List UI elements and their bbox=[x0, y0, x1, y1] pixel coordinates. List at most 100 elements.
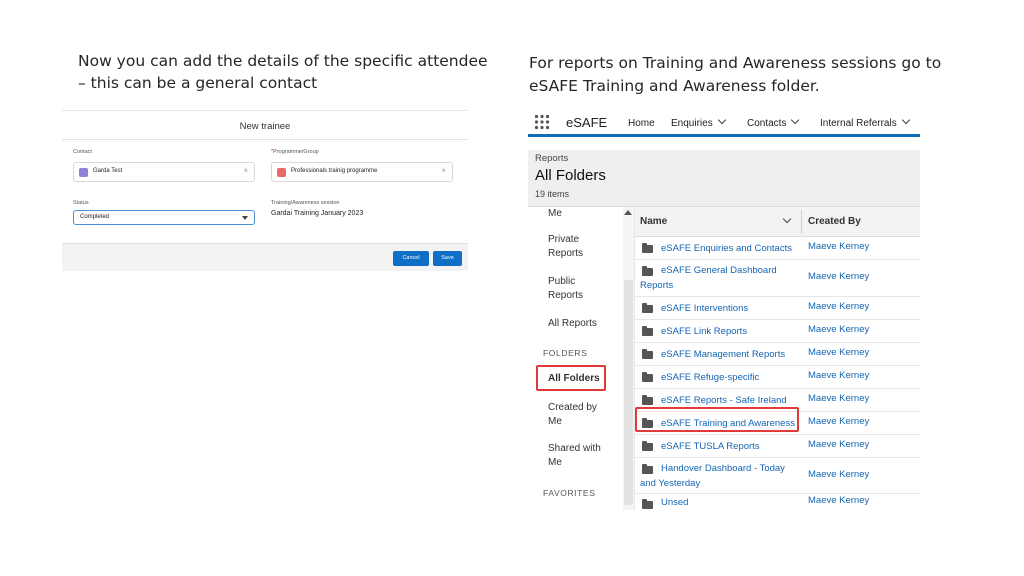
created-by[interactable]: Maeve Kerney bbox=[808, 416, 869, 427]
folder-icon bbox=[642, 464, 653, 474]
left-caption-line1: Now you can add the details of the speci… bbox=[78, 52, 488, 70]
programme-icon bbox=[277, 168, 286, 177]
right-caption-line1: For reports on Training and Awareness se… bbox=[529, 54, 942, 72]
training-folder-highlight bbox=[635, 407, 799, 432]
folder-name[interactable]: eSAFE Enquiries and Contacts bbox=[661, 241, 792, 256]
created-by[interactable]: Maeve Kerney bbox=[808, 301, 869, 312]
column-divider bbox=[801, 210, 802, 234]
sidebar-item-label: Me bbox=[548, 457, 562, 468]
sidebar-item-label: Created by bbox=[548, 402, 597, 413]
folder-icon bbox=[642, 372, 653, 382]
sidebar-item-public-reports[interactable]: Public Reports bbox=[548, 275, 583, 303]
status-value: Completed bbox=[80, 214, 110, 220]
table-row[interactable]: eSAFE Enquiries and Contacts Maeve Kerne… bbox=[635, 237, 920, 260]
item-count: 19 items bbox=[535, 189, 570, 199]
sidebar-item-shared-with-me[interactable]: Shared with Me bbox=[548, 442, 601, 470]
table-header: Name Created By bbox=[635, 207, 920, 237]
folder-icon bbox=[642, 499, 653, 509]
table-row[interactable]: eSAFE Management Reports Maeve Kerney bbox=[635, 343, 920, 366]
nav-contacts-label: Contacts bbox=[747, 118, 787, 129]
folder-name[interactable]: eSAFE Refuge-specific bbox=[661, 370, 759, 385]
folders-table: Name Created By eSAFE Enquiries and Cont… bbox=[634, 207, 920, 510]
sidebar-item-created-by-me[interactable]: Created by Me bbox=[548, 401, 597, 429]
nav-home[interactable]: Home bbox=[628, 118, 655, 129]
left-caption: Now you can add the details of the speci… bbox=[78, 50, 498, 94]
nav-internal-referrals[interactable]: Internal Referrals bbox=[820, 115, 910, 129]
created-by[interactable]: Maeve Kerney bbox=[808, 469, 869, 480]
created-by[interactable]: Maeve Kerney bbox=[808, 271, 869, 282]
sidebar-item-label: Shared with bbox=[548, 443, 601, 454]
scroll-up-icon[interactable] bbox=[624, 210, 632, 215]
cancel-button[interactable]: Cancel bbox=[393, 251, 429, 266]
created-by[interactable]: Maeve Kerney bbox=[808, 495, 869, 506]
table-row[interactable]: eSAFE General Dashboard Reports Maeve Ke… bbox=[635, 260, 920, 297]
scrollbar-thumb[interactable] bbox=[624, 280, 633, 505]
modal-divider bbox=[62, 139, 468, 140]
folder-name[interactable]: Unsed bbox=[661, 495, 688, 510]
table-row[interactable]: eSAFE Interventions Maeve Kerney bbox=[635, 297, 920, 320]
sidebar-item-private-reports[interactable]: Private Reports bbox=[548, 233, 583, 261]
status-select[interactable]: Completed bbox=[73, 210, 255, 225]
modal-footer: Cancel Save bbox=[62, 243, 468, 271]
table-row[interactable]: Unsed Maeve Kerney bbox=[635, 494, 920, 510]
save-button[interactable]: Save bbox=[433, 251, 462, 266]
contact-lookup[interactable]: Garda Test × bbox=[73, 162, 255, 182]
folder-name-continued[interactable]: and Yesterday bbox=[640, 476, 700, 491]
programme-lookup[interactable]: Professionals trainig programme × bbox=[271, 162, 453, 182]
folder-icon bbox=[642, 243, 653, 253]
contact-clear-icon[interactable]: × bbox=[243, 166, 248, 175]
new-trainee-modal: New trainee Contact Garda Test × *Progra… bbox=[62, 110, 468, 271]
app-launcher-icon[interactable] bbox=[534, 114, 550, 130]
left-caption-line2: – this can be a general contact bbox=[78, 74, 318, 92]
table-row[interactable]: eSAFE Refuge-specific Maeve Kerney bbox=[635, 366, 920, 389]
session-value[interactable]: Gardai Training January 2023 bbox=[271, 210, 363, 217]
created-by[interactable]: Maeve Kerney bbox=[808, 324, 869, 335]
column-created-by[interactable]: Created By bbox=[808, 216, 861, 227]
folder-name[interactable]: eSAFE Management Reports bbox=[661, 347, 785, 362]
sidebar-item-all-reports[interactable]: All Reports bbox=[548, 317, 597, 331]
folder-icon bbox=[642, 395, 653, 405]
folder-name[interactable]: eSAFE TUSLA Reports bbox=[661, 439, 760, 454]
favorites-heading: FAVORITES bbox=[543, 488, 596, 498]
table-row[interactable]: Handover Dashboard - Today and Yesterday… bbox=[635, 458, 920, 494]
sidebar-item-label: Reports bbox=[548, 290, 584, 301]
chevron-down-icon[interactable] bbox=[791, 115, 800, 125]
folder-icon bbox=[642, 349, 653, 359]
sidebar-item-all-folders[interactable]: All Folders bbox=[548, 372, 600, 386]
sort-chevron-icon[interactable] bbox=[782, 214, 792, 224]
folder-name[interactable]: eSAFE General Dashboard bbox=[661, 263, 777, 278]
folder-name[interactable]: eSAFE Interventions bbox=[661, 301, 748, 316]
folder-sidebar: Me Private Reports Public Reports All Re… bbox=[528, 207, 634, 510]
folder-name[interactable]: eSAFE Reports - Safe Ireland bbox=[661, 393, 787, 408]
nav-enquiries-label: Enquiries bbox=[671, 118, 713, 129]
table-row[interactable]: eSAFE Link Reports Maeve Kerney bbox=[635, 320, 920, 343]
contact-value: Garda Test bbox=[93, 168, 123, 174]
folder-icon bbox=[642, 441, 653, 451]
nav-contacts[interactable]: Contacts bbox=[747, 115, 800, 129]
programme-clear-icon[interactable]: × bbox=[441, 166, 446, 175]
breadcrumb[interactable]: Reports bbox=[535, 153, 568, 164]
table-row[interactable]: eSAFE TUSLA Reports Maeve Kerney bbox=[635, 435, 920, 458]
column-name[interactable]: Name bbox=[640, 216, 667, 227]
reports-app: eSAFE Home Enquiries Contacts Internal R… bbox=[528, 110, 920, 510]
status-caret-icon bbox=[242, 216, 248, 220]
folder-name[interactable]: eSAFE Link Reports bbox=[661, 324, 747, 339]
right-caption-line2: eSAFE Training and Awareness folder. bbox=[529, 77, 820, 95]
created-by[interactable]: Maeve Kerney bbox=[808, 347, 869, 358]
created-by[interactable]: Maeve Kerney bbox=[808, 439, 869, 450]
modal-title: New trainee bbox=[239, 121, 291, 132]
contact-icon bbox=[79, 168, 88, 177]
nav-enquiries[interactable]: Enquiries bbox=[671, 115, 726, 129]
created-by[interactable]: Maeve Kerney bbox=[808, 370, 869, 381]
sidebar-item-created-by-me-partial[interactable]: Me bbox=[548, 207, 562, 221]
sidebar-item-label: Me bbox=[548, 416, 562, 427]
chevron-down-icon[interactable] bbox=[901, 115, 910, 125]
folder-name[interactable]: Handover Dashboard - Today bbox=[661, 461, 785, 476]
created-by[interactable]: Maeve Kerney bbox=[808, 393, 869, 404]
programme-label: *Programme/Group bbox=[271, 149, 319, 155]
right-caption: For reports on Training and Awareness se… bbox=[529, 52, 989, 98]
folder-name-continued[interactable]: Reports bbox=[640, 278, 673, 293]
programme-label-text: Programme/Group bbox=[273, 149, 319, 155]
chevron-down-icon[interactable] bbox=[717, 115, 726, 125]
created-by[interactable]: Maeve Kerney bbox=[808, 241, 869, 252]
